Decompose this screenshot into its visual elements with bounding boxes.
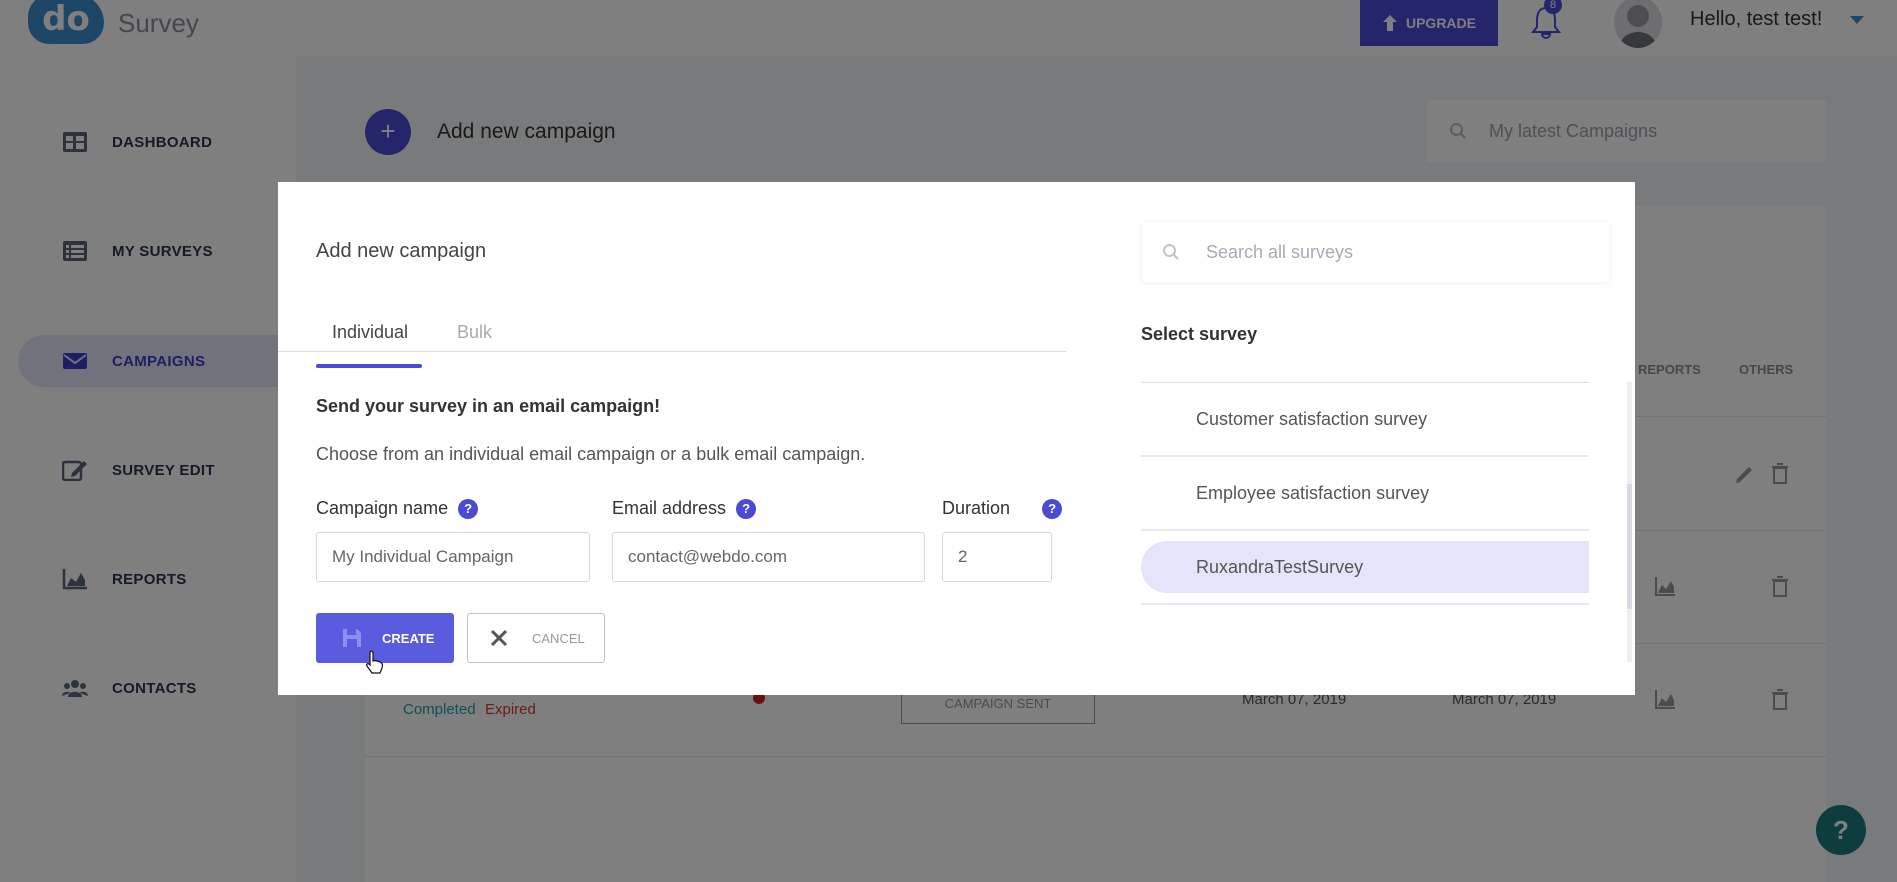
save-icon xyxy=(343,629,361,647)
add-campaign-modal: Add new campaign Individual Bulk Send yo… xyxy=(278,182,1635,695)
list-item-selected[interactable]: RuxandraTestSurvey xyxy=(1141,541,1589,593)
create-button[interactable]: CREATE xyxy=(316,613,454,663)
select-survey-title: Select survey xyxy=(1141,324,1258,344)
label-text: Email address xyxy=(612,498,727,518)
help-icon[interactable]: ? xyxy=(736,498,757,519)
duration-input[interactable]: 2 xyxy=(942,532,1052,582)
help-icon[interactable]: ? xyxy=(458,498,479,519)
tab-bulk[interactable]: Bulk xyxy=(457,322,492,343)
modal-subtext: Choose from an individual email campaign… xyxy=(316,444,866,464)
survey-search-input[interactable]: Search all surveys xyxy=(1142,222,1609,282)
tab-individual[interactable]: Individual xyxy=(332,322,408,343)
modal-heading: Send your survey in an email campaign! xyxy=(316,396,661,416)
label-text: Campaign name xyxy=(316,498,449,518)
campaign-name-input[interactable]: My Individual Campaign xyxy=(316,532,590,582)
list-item[interactable]: Employee satisfaction survey xyxy=(1141,457,1589,531)
modal-title: Add new campaign xyxy=(316,240,487,262)
hand-cursor-icon xyxy=(366,650,384,674)
email-field[interactable]: contact@webdo.com xyxy=(612,532,925,582)
campaign-type-tabs: Individual Bulk xyxy=(278,308,1066,352)
duration-label: Duration ? xyxy=(942,498,1063,519)
search-placeholder: Search all surveys xyxy=(1206,241,1354,262)
active-tab-indicator xyxy=(316,364,422,368)
close-icon xyxy=(490,629,508,647)
list-divider xyxy=(1141,603,1589,605)
email-label: Email address ? xyxy=(612,498,757,519)
label-text: Duration xyxy=(942,498,1011,518)
scrollbar-thumb[interactable] xyxy=(1627,484,1632,609)
cancel-button[interactable]: CANCEL xyxy=(467,613,605,663)
campaign-name-label: Campaign name ? xyxy=(316,498,479,519)
create-label: CREATE xyxy=(382,630,435,646)
survey-list: Customer satisfaction survey Employee sa… xyxy=(1141,382,1589,605)
help-icon[interactable]: ? xyxy=(1042,498,1063,519)
cancel-label: CANCEL xyxy=(532,630,585,646)
list-item[interactable]: Customer satisfaction survey xyxy=(1141,383,1589,457)
search-icon xyxy=(1163,244,1179,260)
